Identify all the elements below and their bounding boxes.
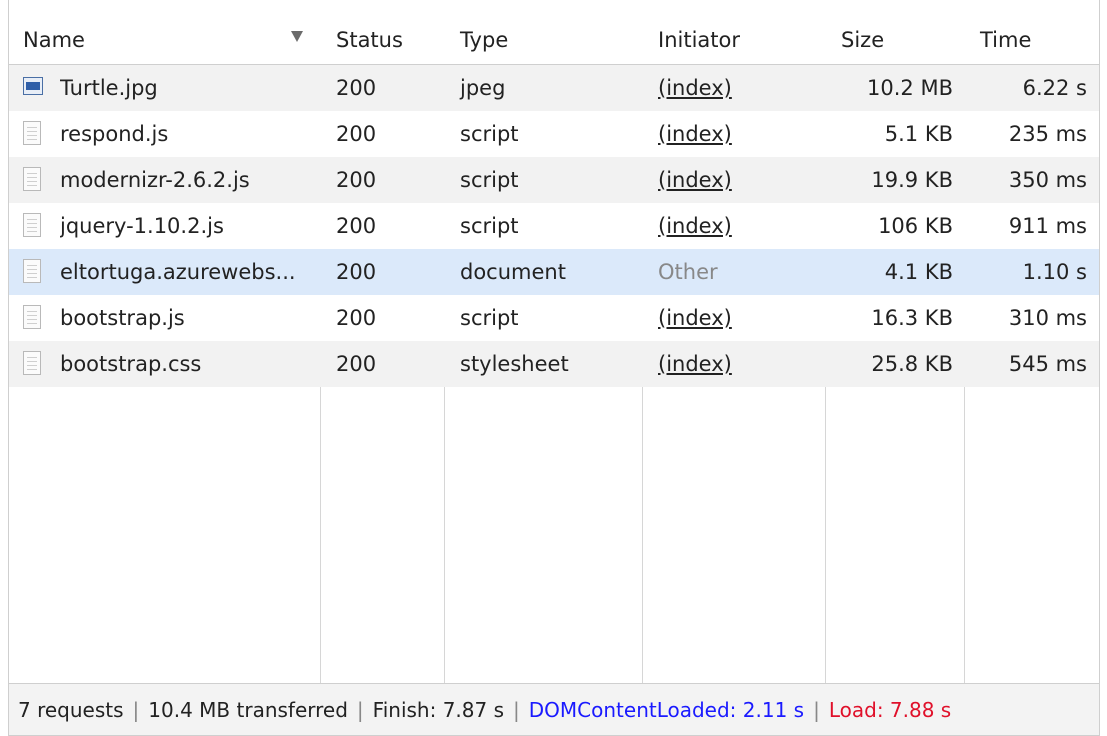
table-row[interactable]: modernizr-2.6.2.js 200 script (index) 19.9 K… xyxy=(9,157,1099,203)
request-type: script xyxy=(460,168,519,192)
document-file-icon xyxy=(23,351,41,375)
request-name: Turtle.jpg xyxy=(60,76,158,100)
request-size: 19.9 KB xyxy=(871,168,953,192)
column-header-type[interactable]: Type xyxy=(460,0,508,64)
separator: | xyxy=(132,698,140,722)
request-status: 200 xyxy=(336,168,377,192)
request-size: 5.1 KB xyxy=(884,122,953,146)
request-name: respond.js xyxy=(60,122,169,146)
request-initiator: Other xyxy=(658,260,718,284)
network-panel: Name Status Type Initiator Size Time Tur… xyxy=(8,0,1100,736)
document-file-icon xyxy=(23,121,41,145)
column-header-size[interactable]: Size xyxy=(841,0,884,64)
request-time: 1.10 s xyxy=(1022,260,1087,284)
request-status: 200 xyxy=(336,122,377,146)
separator: | xyxy=(513,698,520,722)
request-time: 911 ms xyxy=(1008,214,1087,238)
separator: | xyxy=(813,698,820,722)
table-row[interactable]: Turtle.jpg 200 jpeg (index) 10.2 MB 6.22 s xyxy=(9,65,1099,111)
request-time: 310 ms xyxy=(1008,306,1087,330)
request-name: eltortuga.azurewebs... xyxy=(60,260,296,284)
request-status: 200 xyxy=(336,306,377,330)
column-header-name[interactable]: Name xyxy=(23,0,85,64)
table-row[interactable]: eltortuga.azurewebs... 200 document Other 4.… xyxy=(9,249,1099,295)
request-name: modernizr-2.6.2.js xyxy=(60,168,250,192)
request-size: 16.3 KB xyxy=(871,306,953,330)
request-size: 106 KB xyxy=(878,214,953,238)
request-type: script xyxy=(460,122,519,146)
request-type: script xyxy=(460,214,519,238)
request-time: 6.22 s xyxy=(1022,76,1087,100)
request-time: 350 ms xyxy=(1008,168,1087,192)
request-name: jquery-1.10.2.js xyxy=(60,214,224,238)
request-name: bootstrap.js xyxy=(60,306,185,330)
document-file-icon xyxy=(23,167,41,191)
document-file-icon xyxy=(23,259,41,283)
finish-time: Finish: 7.87 s xyxy=(372,698,505,722)
column-header-status[interactable]: Status xyxy=(336,0,403,64)
dom-content-loaded-time: DOMContentLoaded: 2.11 s xyxy=(528,698,805,722)
request-initiator[interactable]: (index) xyxy=(658,203,732,249)
table-row[interactable]: bootstrap.js 200 script (index) 16.3 KB 310 m… xyxy=(9,295,1099,341)
request-count: 7 requests xyxy=(18,698,124,722)
request-status: 200 xyxy=(336,76,377,100)
request-time: 545 ms xyxy=(1008,352,1087,376)
table-header: Name Status Type Initiator Size Time xyxy=(9,0,1099,65)
request-type: stylesheet xyxy=(460,352,569,376)
request-size: 10.2 MB xyxy=(867,76,953,100)
request-initiator[interactable]: (index) xyxy=(658,157,732,203)
request-size: 25.8 KB xyxy=(871,352,953,376)
document-file-icon xyxy=(23,305,41,329)
document-file-icon xyxy=(23,213,41,237)
sort-descending-icon[interactable] xyxy=(291,31,303,42)
request-initiator[interactable]: (index) xyxy=(658,65,732,111)
request-list: Turtle.jpg 200 jpeg (index) 10.2 MB 6.22 s res… xyxy=(9,65,1099,387)
request-initiator[interactable]: (index) xyxy=(658,111,732,157)
request-status: 200 xyxy=(336,260,377,284)
request-size: 4.1 KB xyxy=(884,260,953,284)
load-time: Load: 7.88 s xyxy=(828,698,952,722)
status-bar: 7 requests | 10.4 MB transferred | Finish: 7… xyxy=(9,683,1099,735)
column-header-time[interactable]: Time xyxy=(980,0,1031,64)
request-name: bootstrap.css xyxy=(60,352,202,376)
request-type: document xyxy=(460,260,566,284)
table-row[interactable]: bootstrap.css 200 stylesheet (index) 25.8 KB… xyxy=(9,341,1099,387)
request-type: jpeg xyxy=(460,76,506,100)
request-status: 200 xyxy=(336,352,377,376)
request-initiator[interactable]: (index) xyxy=(658,341,732,387)
request-initiator[interactable]: (index) xyxy=(658,295,732,341)
request-time: 235 ms xyxy=(1008,122,1087,146)
transferred-size: 10.4 MB transferred xyxy=(148,698,348,722)
table-row[interactable]: respond.js 200 script (index) 5.1 KB 235 ms xyxy=(9,111,1099,157)
separator: | xyxy=(356,698,364,722)
request-status: 200 xyxy=(336,214,377,238)
request-type: script xyxy=(460,306,519,330)
column-header-initiator[interactable]: Initiator xyxy=(658,0,740,64)
image-file-icon xyxy=(23,77,43,95)
table-row[interactable]: jquery-1.10.2.js 200 script (index) 106 KB 91… xyxy=(9,203,1099,249)
